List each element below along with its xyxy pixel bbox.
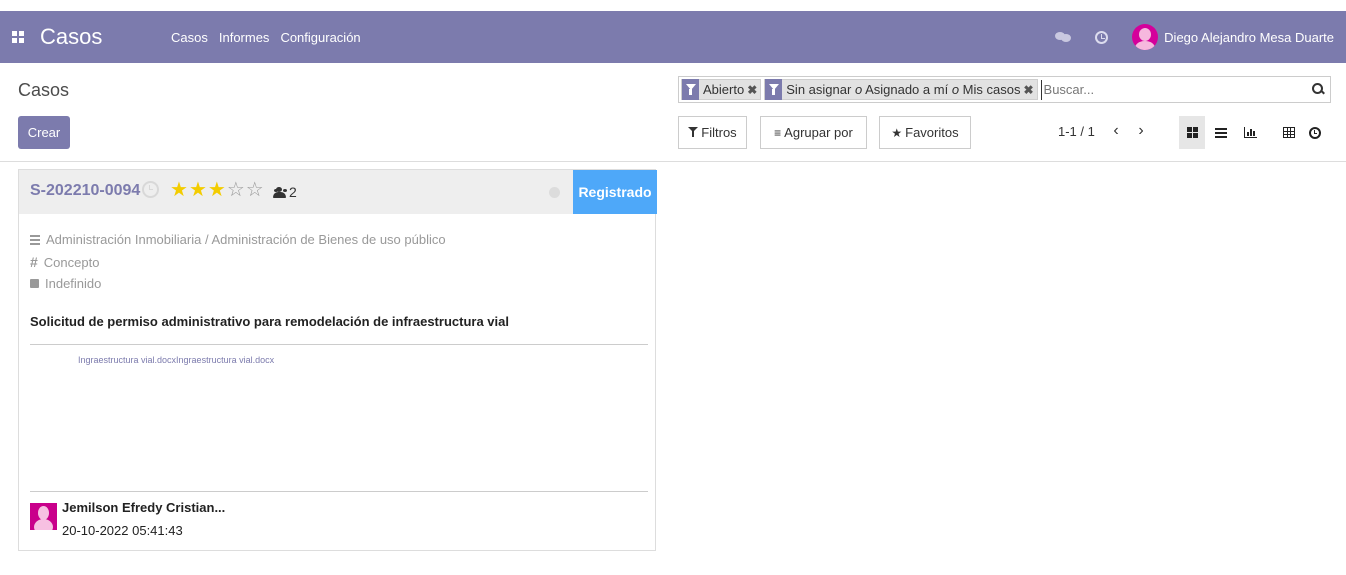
menu-item-casos[interactable]: Casos bbox=[171, 30, 208, 45]
filter-icon bbox=[682, 79, 699, 100]
bar-chart-icon bbox=[1243, 127, 1257, 138]
owner-name: Jemilson Efredy Cristian... bbox=[62, 500, 226, 515]
list-icon bbox=[1215, 127, 1227, 138]
funnel-icon bbox=[688, 127, 699, 138]
type-text: Concepto bbox=[43, 254, 100, 270]
hash-icon: # bbox=[30, 254, 38, 270]
clock-icon bbox=[1309, 126, 1321, 139]
star-filled-icon[interactable]: ★ bbox=[170, 179, 189, 201]
chevron-right-icon[interactable]: › bbox=[1131, 119, 1151, 143]
state-text: Indefinido bbox=[45, 276, 102, 291]
users-icon bbox=[273, 186, 286, 198]
facet-remove-icon[interactable]: ✖ bbox=[747, 83, 760, 97]
pager-value[interactable]: 1-1 / 1 bbox=[1058, 124, 1095, 139]
table-icon bbox=[1283, 127, 1295, 138]
square-icon bbox=[30, 279, 39, 288]
user-avatar[interactable] bbox=[1132, 24, 1159, 50]
favorites-label: Favoritos bbox=[905, 125, 959, 140]
card-separator bbox=[30, 491, 648, 492]
facet-label: Abierto bbox=[703, 82, 745, 97]
bars-icon bbox=[30, 235, 40, 245]
activity-clock-icon[interactable] bbox=[142, 181, 159, 198]
filters-label: Filtros bbox=[701, 125, 737, 140]
activity-clock-icon[interactable] bbox=[1095, 30, 1109, 44]
user-menu-name[interactable]: Diego Alejandro Mesa Duarte bbox=[1164, 30, 1334, 45]
menu-item-informes[interactable]: Informes bbox=[219, 30, 270, 45]
group-by-button[interactable]: ≡ Agrupar por bbox=[760, 116, 867, 149]
main-menu: Casos Informes Configuración bbox=[171, 30, 361, 45]
top-navbar: Casos Casos Informes Configuración Diego… bbox=[0, 11, 1346, 63]
list-view-button[interactable] bbox=[1208, 116, 1234, 149]
star-empty-icon[interactable]: ☆ bbox=[246, 179, 265, 201]
kanban-icon bbox=[1186, 127, 1198, 138]
kanban-card[interactable]: S-202210-0094 ★★★☆☆ 2 Registrado Adminis… bbox=[18, 169, 657, 551]
chat-icon[interactable] bbox=[1055, 31, 1072, 43]
star-filled-icon[interactable]: ★ bbox=[189, 179, 208, 201]
breadcrumb: Casos bbox=[18, 80, 70, 100]
star-filled-icon[interactable]: ★ bbox=[208, 179, 227, 201]
bars-icon: ≡ bbox=[774, 125, 782, 140]
activity-view-button[interactable] bbox=[1302, 116, 1328, 149]
create-button[interactable]: Crear bbox=[18, 116, 70, 149]
priority-stars: ★★★☆☆ bbox=[170, 178, 265, 202]
card-separator bbox=[30, 344, 648, 345]
case-reference: S-202210-0094 bbox=[30, 182, 141, 199]
followers-count: 2 bbox=[273, 184, 297, 200]
card-header: S-202210-0094 ★★★☆☆ 2 Registrado bbox=[19, 170, 657, 214]
search-facet-assignment: Sin asignar o Asignado a mí o Mis casos … bbox=[764, 79, 1038, 100]
star-empty-icon[interactable]: ☆ bbox=[227, 179, 246, 201]
navbar-systray: Diego Alejandro Mesa Duarte bbox=[1055, 24, 1334, 50]
search-facet-abierto: Abierto ✖ bbox=[681, 79, 762, 100]
facet-remove-icon[interactable]: ✖ bbox=[1023, 83, 1036, 97]
group-by-label: Agrupar por bbox=[784, 125, 853, 140]
attachment-link[interactable]: Ingraestructura vial.docxIngraestructura… bbox=[78, 352, 278, 368]
search-icon[interactable] bbox=[1306, 78, 1330, 102]
favorites-button[interactable]: ★ Favoritos bbox=[879, 116, 971, 149]
owner-avatar bbox=[30, 503, 57, 530]
followers-number: 2 bbox=[289, 184, 297, 200]
menu-item-configuracion[interactable]: Configuración bbox=[280, 30, 360, 45]
case-description: Solicitud de permiso administrativo para… bbox=[30, 314, 509, 329]
pivot-view-button[interactable] bbox=[1276, 116, 1302, 149]
app-title[interactable]: Casos bbox=[40, 24, 102, 50]
search-input[interactable] bbox=[1040, 79, 1306, 100]
case-date: 20-10-2022 05:41:43 bbox=[62, 523, 183, 538]
category-row: Administración Inmobiliaria / Administra… bbox=[30, 232, 446, 247]
facet-label: Sin asignar o Asignado a mí o Mis casos bbox=[786, 82, 1021, 97]
search-bar: Abierto ✖ Sin asignar o Asignado a mí o … bbox=[678, 76, 1331, 103]
kanban-view-button[interactable] bbox=[1179, 116, 1205, 149]
kanban-state-dot[interactable] bbox=[549, 187, 560, 198]
filter-icon bbox=[765, 79, 783, 100]
state-row: Indefinido bbox=[30, 276, 101, 291]
filters-button[interactable]: Filtros bbox=[678, 116, 747, 149]
star-icon: ★ bbox=[891, 125, 903, 140]
chevron-left-icon[interactable]: ‹ bbox=[1106, 119, 1126, 143]
stage-badge: Registrado bbox=[573, 170, 657, 214]
apps-grid-icon[interactable] bbox=[12, 31, 24, 43]
control-panel-divider bbox=[0, 161, 1346, 162]
graph-view-button[interactable] bbox=[1237, 116, 1263, 149]
type-row: # Concepto bbox=[30, 254, 99, 270]
category-text: Administración Inmobiliaria / Administra… bbox=[46, 232, 446, 247]
